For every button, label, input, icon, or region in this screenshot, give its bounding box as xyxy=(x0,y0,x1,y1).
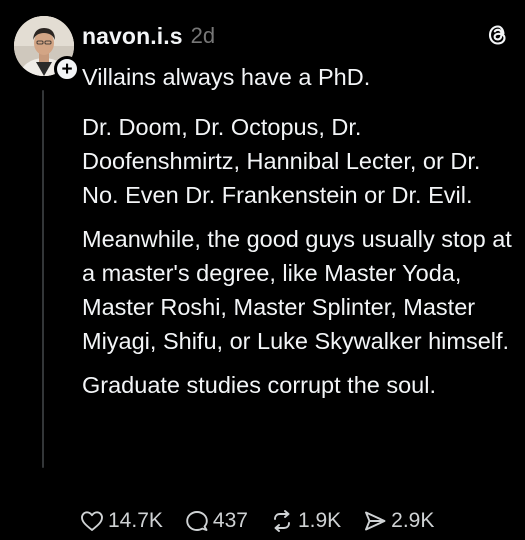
post-paragraph-3: Meanwhile, the good guys usually stop at… xyxy=(82,226,512,354)
avatar-container[interactable]: + xyxy=(14,16,80,82)
follow-plus-icon: + xyxy=(61,58,73,80)
repost-icon xyxy=(273,510,290,532)
like-button[interactable]: 14.7K xyxy=(80,509,163,533)
reply-count: 437 xyxy=(212,509,248,532)
timestamp[interactable]: 2d xyxy=(191,23,215,49)
heart-icon xyxy=(81,511,103,531)
post-actions: 14.7K 437 1.9K 2.9K xyxy=(80,505,515,537)
post-paragraph-1: Villains always have a PhD. xyxy=(82,64,371,90)
like-count: 14.7K xyxy=(108,509,163,532)
post-paragraph-2: Dr. Doom, Dr. Octopus, Dr. Doofenshmirtz… xyxy=(82,114,481,208)
threads-logo-icon[interactable] xyxy=(485,22,511,48)
send-icon xyxy=(365,511,386,531)
follow-plus-badge[interactable]: + xyxy=(54,56,80,82)
thread-line xyxy=(42,90,44,468)
username[interactable]: navon.i.s xyxy=(82,23,183,50)
reply-button[interactable]: 437 xyxy=(185,509,248,533)
post-body: Villains always have a PhD. Dr. Doom, Dr… xyxy=(82,60,517,412)
repost-count: 1.9K xyxy=(297,509,342,532)
repost-button[interactable]: 1.9K xyxy=(270,509,341,533)
post-paragraph-4: Graduate studies corrupt the soul. xyxy=(82,372,437,398)
share-count: 2.9K xyxy=(391,509,435,532)
speech-bubble-icon xyxy=(186,511,208,531)
share-button[interactable]: 2.9K xyxy=(363,509,434,533)
post-header: navon.i.s 2d xyxy=(82,20,511,52)
